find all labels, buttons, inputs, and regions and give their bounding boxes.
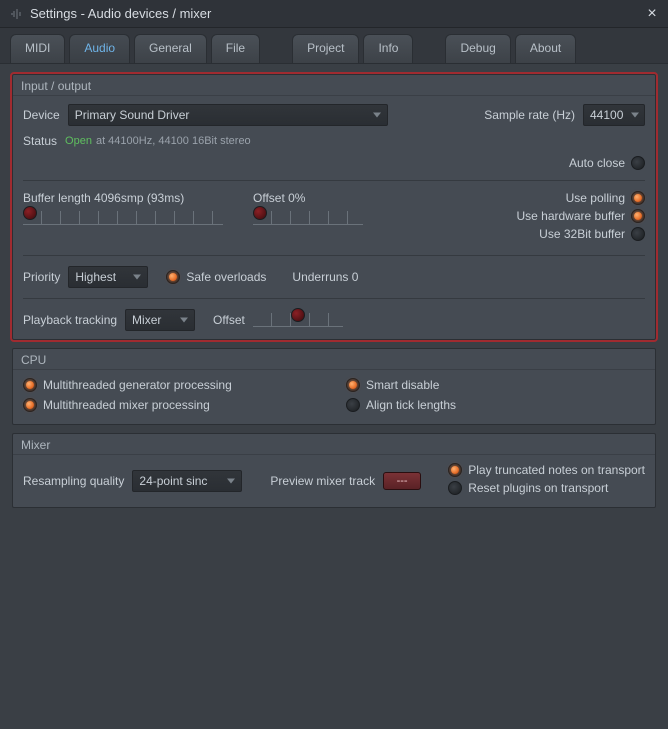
chevron-down-icon <box>373 113 381 118</box>
safe-overloads-label: Safe overloads <box>186 270 266 284</box>
tab-info[interactable]: Info <box>363 34 413 63</box>
sample-rate-value: 44100 <box>590 108 623 122</box>
use-32bit-toggle[interactable] <box>631 227 645 241</box>
buffer-length-slider[interactable] <box>23 211 223 225</box>
use-polling-toggle[interactable] <box>631 191 645 205</box>
chevron-down-icon <box>180 318 188 323</box>
buffer-length-label: Buffer length 4096smp (93ms) <box>23 191 245 205</box>
tab-about[interactable]: About <box>515 34 576 63</box>
panel-title-cpu: CPU <box>13 349 655 370</box>
auto-close-toggle[interactable] <box>631 156 645 170</box>
playback-tracking-value: Mixer <box>132 313 161 327</box>
panel-title-io: Input / output <box>13 75 655 96</box>
panel-mixer: Mixer Resampling quality 24-point sinc P… <box>12 433 656 508</box>
preview-track-label: Preview mixer track <box>270 474 375 488</box>
device-select[interactable]: Primary Sound Driver <box>68 104 388 126</box>
device-label: Device <box>23 108 60 122</box>
tab-audio[interactable]: Audio <box>69 34 130 63</box>
resampling-select[interactable]: 24-point sinc <box>132 470 242 492</box>
preview-track-button[interactable]: --- <box>383 472 421 490</box>
resampling-value: 24-point sinc <box>139 474 207 488</box>
priority-value: Highest <box>75 270 116 284</box>
app-icon <box>8 6 24 22</box>
panel-input-output: Input / output Device Primary Sound Driv… <box>12 74 656 340</box>
status-open: Open <box>65 135 92 147</box>
chevron-down-icon <box>133 275 141 280</box>
playback-tracking-label: Playback tracking <box>23 313 117 327</box>
tab-midi[interactable]: MIDI <box>10 34 65 63</box>
preview-track-value: --- <box>397 475 408 487</box>
use-32bit-label: Use 32Bit buffer <box>539 227 625 241</box>
offset-label: Offset 0% <box>253 191 395 205</box>
align-tick-toggle[interactable] <box>346 398 360 412</box>
mt-generator-label: Multithreaded generator processing <box>43 378 232 392</box>
panel-cpu: CPU Multithreaded generator processing S… <box>12 348 656 425</box>
chevron-down-icon <box>631 113 639 118</box>
auto-close-label: Auto close <box>569 156 625 170</box>
smart-disable-label: Smart disable <box>366 378 439 392</box>
device-value: Primary Sound Driver <box>75 108 190 122</box>
status-label: Status <box>23 134 57 148</box>
use-hw-buffer-label: Use hardware buffer <box>516 209 625 223</box>
close-icon[interactable]: × <box>644 6 660 22</box>
playback-tracking-select[interactable]: Mixer <box>125 309 195 331</box>
pt-offset-slider[interactable] <box>253 313 343 327</box>
titlebar: Settings - Audio devices / mixer × <box>0 0 668 28</box>
reset-plugins-toggle[interactable] <box>448 481 462 495</box>
sample-rate-field[interactable]: 44100 <box>583 104 645 126</box>
tab-strip: MIDI Audio General File Project Info Deb… <box>0 28 668 63</box>
tab-debug[interactable]: Debug <box>445 34 510 63</box>
reset-plugins-label: Reset plugins on transport <box>468 481 608 495</box>
pt-offset-label: Offset <box>213 313 245 327</box>
play-truncated-label: Play truncated notes on transport <box>468 463 645 477</box>
panel-title-mixer: Mixer <box>13 434 655 455</box>
mt-generator-toggle[interactable] <box>23 378 37 392</box>
chevron-down-icon <box>227 479 235 484</box>
smart-disable-toggle[interactable] <box>346 378 360 392</box>
resampling-label: Resampling quality <box>23 474 124 488</box>
mt-mixer-toggle[interactable] <box>23 398 37 412</box>
align-tick-label: Align tick lengths <box>366 398 456 412</box>
play-truncated-toggle[interactable] <box>448 463 462 477</box>
sample-rate-label: Sample rate (Hz) <box>484 108 575 122</box>
tab-general[interactable]: General <box>134 34 207 63</box>
safe-overloads-toggle[interactable] <box>166 270 180 284</box>
underruns-label: Underruns 0 <box>292 270 358 284</box>
offset-slider[interactable] <box>253 211 363 225</box>
status-details: at 44100Hz, 44100 16Bit stereo <box>96 135 251 147</box>
window-title: Settings - Audio devices / mixer <box>30 6 644 21</box>
mt-mixer-label: Multithreaded mixer processing <box>43 398 210 412</box>
use-hw-buffer-toggle[interactable] <box>631 209 645 223</box>
tab-file[interactable]: File <box>211 34 260 63</box>
use-polling-label: Use polling <box>566 191 625 205</box>
priority-label: Priority <box>23 270 60 284</box>
priority-select[interactable]: Highest <box>68 266 148 288</box>
tab-project[interactable]: Project <box>292 34 359 63</box>
